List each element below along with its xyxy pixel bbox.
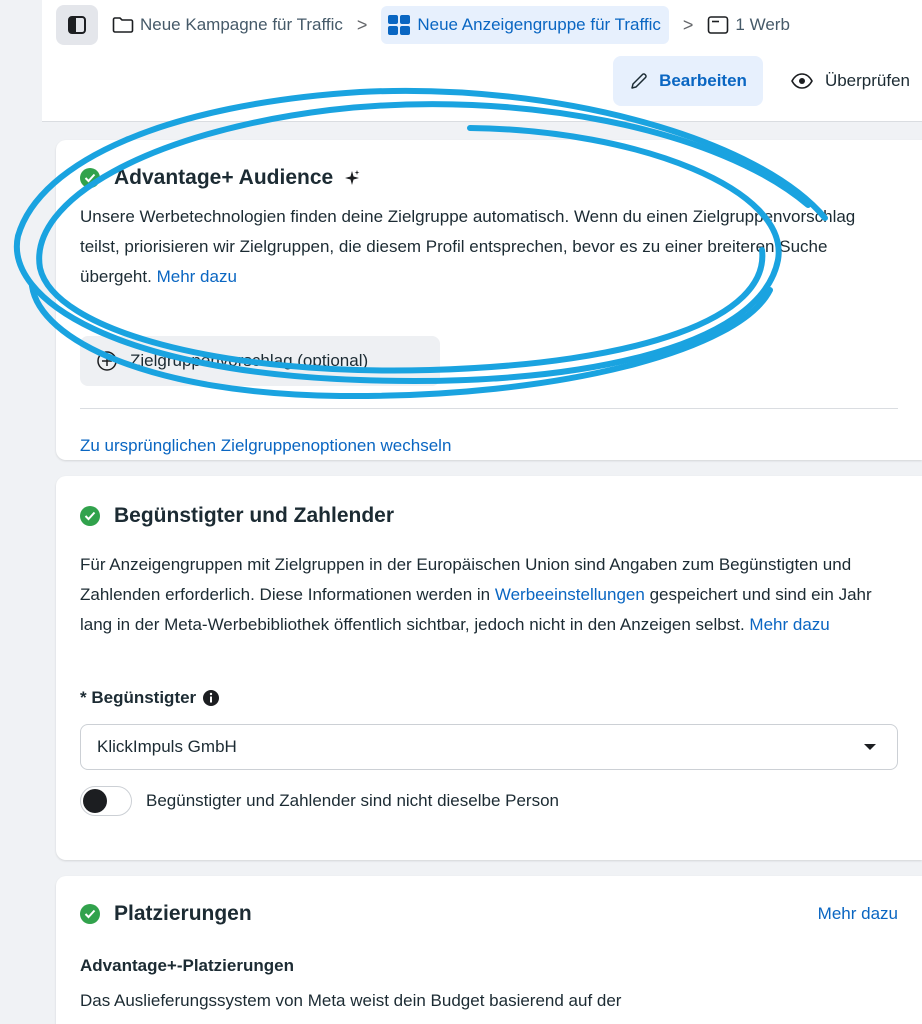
- folder-icon: [112, 17, 134, 33]
- beneficiary-description: Für Anzeigengruppen mit Zielgruppen in d…: [80, 550, 898, 640]
- beneficiary-card: Begünstigter und Zahlender Für Anzeigeng…: [56, 476, 922, 860]
- placements-description: Das Auslieferungssystem von Meta weist d…: [80, 986, 898, 1016]
- check-circle-icon: [80, 506, 100, 526]
- audience-suggestion-button[interactable]: Zielgruppenvorschlag (optional): [80, 336, 440, 386]
- original-audience-options-link[interactable]: Zu ursprünglichen Zielgruppenoptionen we…: [80, 436, 451, 456]
- placements-subtitle: Advantage+-Platzierungen: [80, 956, 294, 976]
- audience-learn-more-link[interactable]: Mehr dazu: [157, 267, 237, 286]
- audience-suggestion-label: Zielgruppenvorschlag (optional): [130, 351, 369, 370]
- pencil-icon: [631, 73, 647, 89]
- beneficiary-selected-value: KlickImpuls GmbH: [97, 737, 237, 756]
- review-button[interactable]: Überprüfen: [763, 56, 922, 106]
- audience-description: Unsere Werbetechnologien finden deine Zi…: [80, 202, 898, 292]
- beneficiary-select[interactable]: KlickImpuls GmbH: [80, 724, 898, 770]
- mode-actions: Bearbeiten Überprüfen: [613, 56, 922, 106]
- top-bar: Neue Kampagne für Traffic > Neue Anzeige…: [42, 0, 922, 122]
- beneficiary-field-label: * Begünstigter: [80, 688, 220, 708]
- placements-learn-more-link[interactable]: Mehr dazu: [818, 904, 898, 924]
- review-button-label: Überprüfen: [824, 71, 910, 90]
- beneficiary-card-title: Begünstigter und Zahlender: [80, 504, 394, 528]
- audience-title-text: Advantage+ Audience: [114, 166, 334, 189]
- placements-description-text: Das Auslieferungssystem von Meta weist d…: [80, 991, 622, 1010]
- audience-card-title: Advantage+ Audience: [80, 166, 361, 190]
- plus-circle-icon: [97, 351, 117, 371]
- ad-settings-link[interactable]: Werbeeinstellungen: [495, 585, 645, 604]
- beneficiary-learn-more-link[interactable]: Mehr dazu: [749, 615, 829, 634]
- placements-card-title: Platzierungen: [80, 902, 252, 926]
- caret-down-icon: [864, 744, 876, 750]
- breadcrumb-campaign-label: Neue Kampagne für Traffic: [140, 15, 343, 34]
- payer-toggle-label: Begünstigter und Zahlender sind nicht di…: [146, 791, 559, 810]
- eye-icon: [791, 73, 813, 89]
- breadcrumb: Neue Kampagne für Traffic > Neue Anzeige…: [56, 4, 790, 46]
- placements-card: Platzierungen Mehr dazu Advantage+-Platz…: [56, 876, 922, 1024]
- edit-button[interactable]: Bearbeiten: [613, 56, 763, 106]
- beneficiary-title-text: Begünstigter und Zahlender: [114, 504, 395, 527]
- payer-different-toggle[interactable]: [80, 786, 132, 816]
- breadcrumb-ad[interactable]: 1 Werb: [707, 15, 790, 35]
- placements-subtitle-text: Advantage+-Platzierungen: [80, 956, 294, 975]
- breadcrumb-campaign[interactable]: Neue Kampagne für Traffic: [112, 15, 343, 35]
- ad-window-icon: [708, 16, 729, 34]
- payer-toggle-row: Begünstigter und Zahlender sind nicht di…: [80, 786, 559, 816]
- sparkle-icon: [345, 170, 360, 185]
- sidebar-toggle-button[interactable]: [56, 5, 98, 45]
- audience-card: Advantage+ Audience Unsere Werbetechnolo…: [56, 140, 922, 460]
- grid-icon: [388, 15, 411, 35]
- breadcrumb-separator: >: [682, 14, 694, 35]
- beneficiary-label-text: * Begünstigter: [80, 688, 197, 707]
- placements-title-text: Platzierungen: [114, 902, 252, 925]
- check-circle-icon: [80, 168, 100, 188]
- breadcrumb-adset-label: Neue Anzeigengruppe für Traffic: [417, 15, 661, 34]
- breadcrumb-separator: >: [356, 14, 368, 35]
- breadcrumb-ad-label: 1 Werb: [735, 15, 790, 34]
- info-icon[interactable]: [202, 689, 220, 707]
- sidebar-panel-icon: [68, 16, 86, 34]
- toggle-knob: [83, 789, 107, 813]
- check-circle-icon: [80, 904, 100, 924]
- left-sidebar-strip: [0, 0, 42, 1024]
- divider: [80, 408, 898, 409]
- edit-button-label: Bearbeiten: [659, 71, 747, 90]
- breadcrumb-adset[interactable]: Neue Anzeigengruppe für Traffic: [381, 6, 669, 44]
